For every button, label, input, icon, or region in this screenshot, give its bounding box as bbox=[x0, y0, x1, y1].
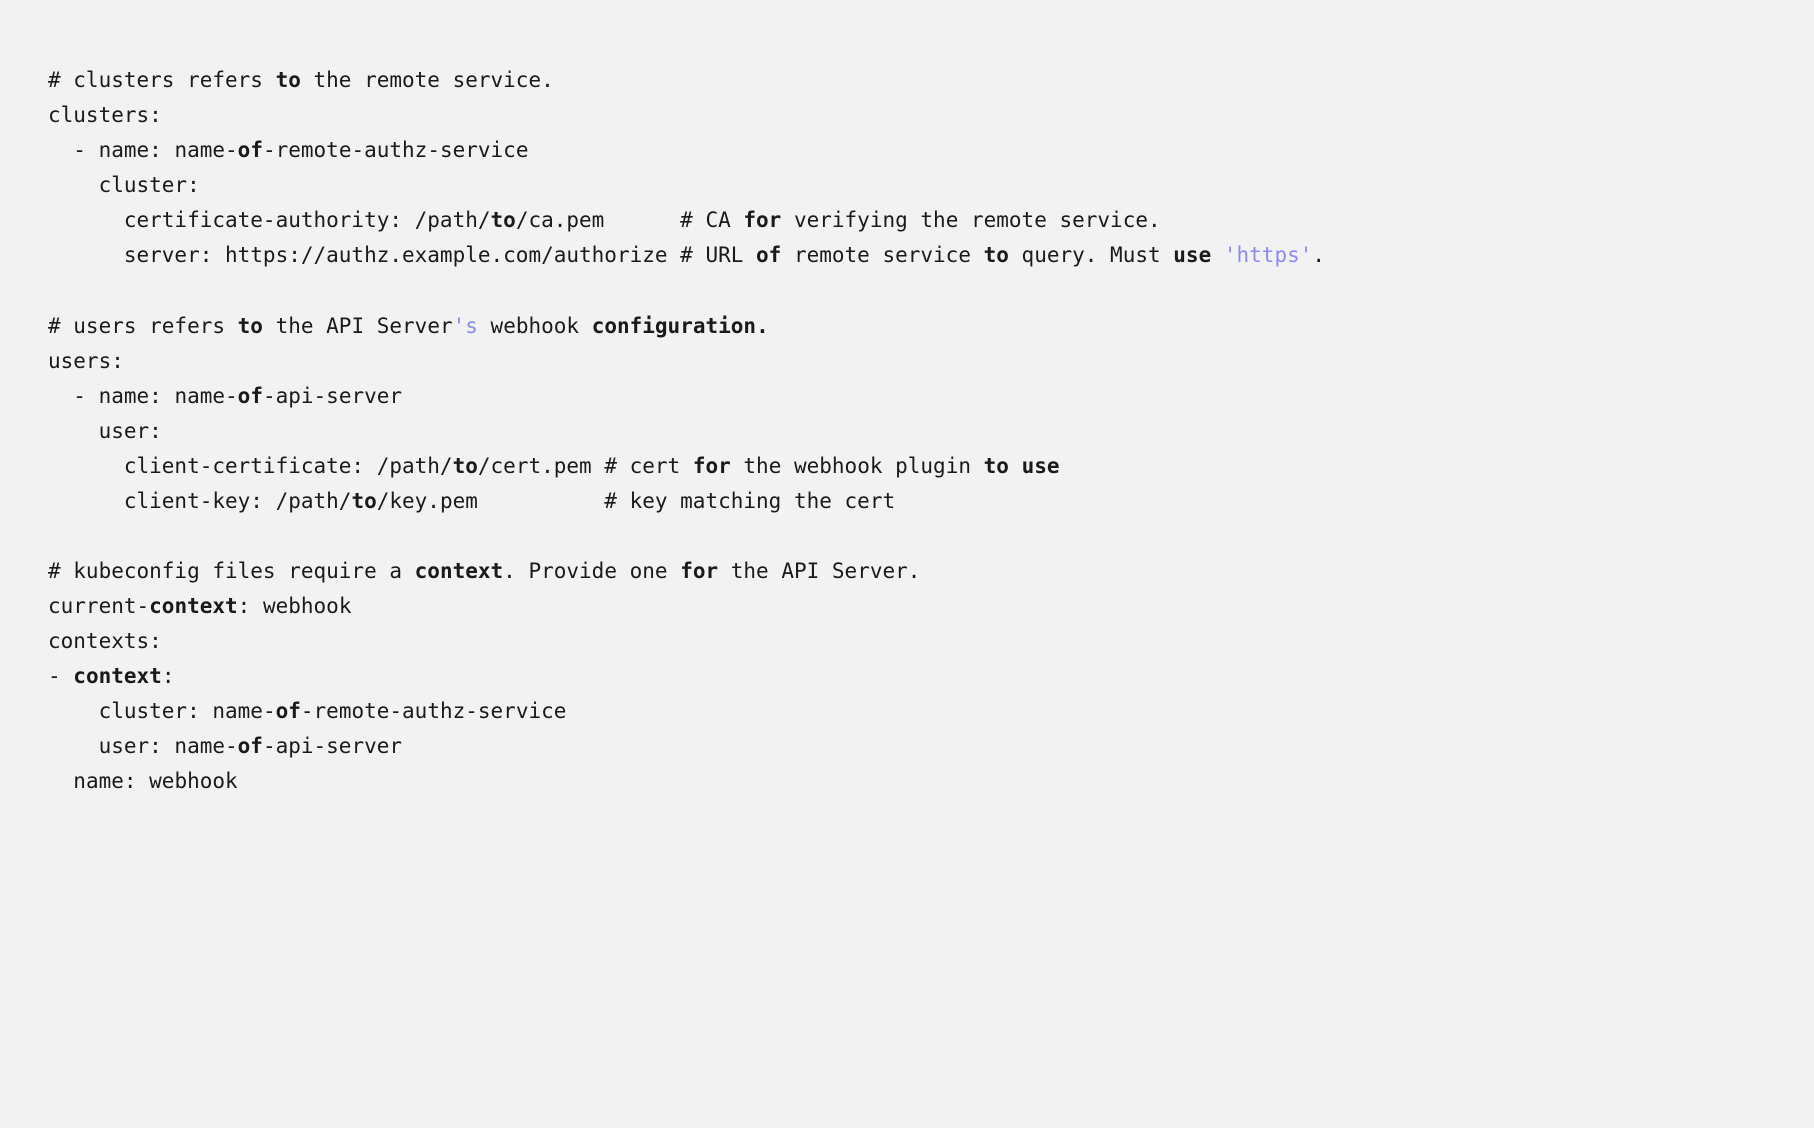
keyword-to: to bbox=[453, 454, 478, 478]
code-text bbox=[1009, 454, 1022, 478]
code-text: remote service bbox=[781, 243, 983, 267]
code-text: . Provide one bbox=[503, 559, 680, 583]
code-text: /cert.pem # cert bbox=[478, 454, 693, 478]
code-text: /ca.pem # CA bbox=[516, 208, 744, 232]
keyword-context: context bbox=[415, 559, 504, 583]
keyword-configuration: configuration. bbox=[592, 314, 769, 338]
keyword-context: context bbox=[73, 664, 162, 688]
code-text: users: - name: name- bbox=[48, 349, 238, 408]
keyword-for: for bbox=[680, 559, 718, 583]
keyword-to: to bbox=[238, 314, 263, 338]
code-text: # clusters refers bbox=[48, 68, 276, 92]
code-text: the webhook plugin bbox=[731, 454, 984, 478]
keyword-to: to bbox=[984, 243, 1009, 267]
keyword-of: of bbox=[238, 734, 263, 758]
keyword-to: to bbox=[276, 68, 301, 92]
keyword-to: to bbox=[351, 489, 376, 513]
string-literal: 'https' bbox=[1224, 243, 1313, 267]
keyword-use: use bbox=[1022, 454, 1060, 478]
keyword-use: use bbox=[1173, 243, 1211, 267]
code-text: query. Must bbox=[1009, 243, 1173, 267]
keyword-for: for bbox=[693, 454, 731, 478]
code-block: # clusters refers to the remote service.… bbox=[48, 68, 1325, 793]
keyword-of: of bbox=[756, 243, 781, 267]
keyword-for: for bbox=[743, 208, 781, 232]
keyword-of: of bbox=[238, 384, 263, 408]
string-literal: 's bbox=[453, 314, 478, 338]
keyword-of: of bbox=[238, 138, 263, 162]
keyword-to: to bbox=[984, 454, 1009, 478]
code-text: webhook bbox=[478, 314, 592, 338]
keyword-context: context bbox=[149, 594, 238, 618]
code-text bbox=[1211, 243, 1224, 267]
keyword-of: of bbox=[276, 699, 301, 723]
code-text: the API Server bbox=[263, 314, 453, 338]
code-text: client-key: /path/ bbox=[48, 489, 351, 513]
keyword-to: to bbox=[491, 208, 516, 232]
